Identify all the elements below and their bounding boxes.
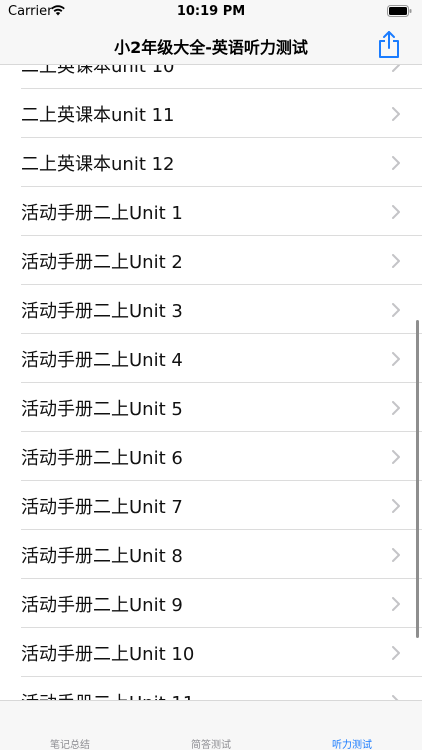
list: 二上英课本unit 10 二上英课本unit 11 二上英课本unit 12 活动手册… [0, 65, 422, 700]
battery-icon [387, 5, 412, 17]
list-item[interactable]: 活动手册二上Unit 8 [0, 530, 422, 579]
list-item[interactable]: 活动手册二上Unit 10 [0, 628, 422, 677]
list-item[interactable]: 活动手册二上Unit 4 [0, 334, 422, 383]
chevron-right-icon [392, 401, 400, 415]
chevron-right-icon [392, 499, 400, 513]
list-item[interactable]: 活动手册二上Unit 3 [0, 285, 422, 334]
list-item-label: 活动手册二上Unit 6 [21, 448, 183, 469]
app-screen: Carrier 10:19 PM 小2年级大全-英语听力测试 二上英课本unit… [0, 0, 422, 750]
list-item-label: 活动手册二上Unit 9 [21, 595, 183, 616]
list-item-label: 二上英课本unit 11 [21, 105, 175, 126]
list-item[interactable]: 活动手册二上Unit 5 [0, 383, 422, 432]
chevron-right-icon [392, 597, 400, 611]
status-bar: Carrier 10:19 PM [0, 0, 422, 24]
chevron-right-icon [392, 65, 400, 72]
list-item[interactable]: 二上英课本unit 11 [0, 89, 422, 138]
tab-short-answer[interactable]: 简答测试 [141, 701, 281, 750]
scrollbar[interactable] [416, 320, 419, 638]
list-item-label: 二上英课本unit 10 [21, 65, 175, 77]
list-item-label: 活动手册二上Unit 1 [21, 203, 183, 224]
chevron-right-icon [392, 450, 400, 464]
status-time: 10:19 PM [176, 4, 246, 19]
tab-bar: 笔记总结 简答测试 听力测试 [0, 700, 422, 750]
tab-listening[interactable]: 听力测试 [282, 701, 422, 750]
tab-short-answer-label: 简答测试 [191, 740, 231, 750]
list-item-label: 活动手册二上Unit 4 [21, 350, 183, 371]
tab-listening-label: 听力测试 [332, 740, 372, 750]
chevron-right-icon [392, 352, 400, 366]
list-item[interactable]: 活动手册二上Unit 1 [0, 187, 422, 236]
list-item[interactable]: 二上英课本unit 12 [0, 138, 422, 187]
list-item-label: 活动手册二上Unit 7 [21, 497, 183, 518]
tab-notes-label: 笔记总结 [50, 740, 90, 750]
list-item-label: 活动手册二上Unit 11 [21, 689, 194, 700]
list-item[interactable]: 活动手册二上Unit 9 [0, 579, 422, 628]
chevron-right-icon [392, 254, 400, 268]
chevron-right-icon [392, 548, 400, 562]
share-icon[interactable] [376, 29, 402, 59]
chevron-right-icon [392, 107, 400, 121]
chevron-right-icon [392, 303, 400, 317]
chevron-right-icon [392, 156, 400, 170]
tab-notes[interactable]: 笔记总结 [0, 701, 140, 750]
list-item-label: 活动手册二上Unit 8 [21, 546, 183, 567]
list-item-label: 活动手册二上Unit 2 [21, 252, 183, 273]
list-item[interactable]: 活动手册二上Unit 6 [0, 432, 422, 481]
list-item-label: 活动手册二上Unit 3 [21, 301, 183, 322]
page-title: 小2年级大全-英语听力测试 [114, 38, 308, 57]
list-item-label: 二上英课本unit 12 [21, 154, 175, 175]
chevron-right-icon [392, 205, 400, 219]
list-item[interactable]: 活动手册二上Unit 2 [0, 236, 422, 285]
navigation-bar: 小2年级大全-英语听力测试 [0, 24, 422, 65]
list-item-label: 活动手册二上Unit 10 [21, 644, 195, 665]
list-item[interactable]: 活动手册二上Unit 7 [0, 481, 422, 530]
list-item[interactable]: 二上英课本unit 10 [0, 65, 422, 89]
chevron-right-icon [392, 646, 400, 660]
unit-list: 二上英课本unit 10 二上英课本unit 11 二上英课本unit 12 活动手册… [0, 65, 422, 700]
list-item-label: 活动手册二上Unit 5 [21, 399, 183, 420]
list-item[interactable]: 活动手册二上Unit 11 [0, 677, 422, 700]
